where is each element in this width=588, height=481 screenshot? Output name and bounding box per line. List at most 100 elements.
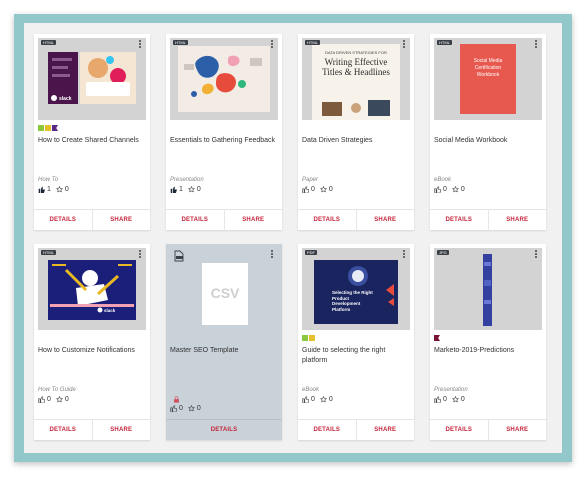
like-count: 0 (443, 186, 447, 193)
like-count: 0 (311, 186, 315, 193)
details-button[interactable]: DETAILS (298, 210, 356, 230)
thumbs-up-icon[interactable] (38, 186, 45, 193)
cover-kicker: DATA DRIVEN STRATEGIES FOR (325, 50, 387, 55)
share-button[interactable]: SHARE (91, 420, 151, 440)
more-options-icon[interactable] (137, 250, 143, 260)
more-options-icon[interactable] (533, 250, 539, 260)
card-title[interactable]: Data Driven Strategies (302, 136, 408, 146)
type-badge: HTML (41, 250, 56, 255)
tag-list (302, 335, 315, 341)
star-icon[interactable] (451, 186, 459, 193)
star-icon[interactable] (451, 396, 459, 403)
thumbs-up-icon[interactable] (170, 186, 177, 193)
pdf-cover: Selecting the Right Product Development … (314, 260, 398, 324)
favorite-count: 0 (196, 405, 201, 412)
card-title[interactable]: Guide to selecting the right platform (302, 346, 408, 366)
card-title[interactable]: Essentials to Gathering Feedback (170, 136, 276, 146)
thumbs-up-icon[interactable] (434, 396, 441, 403)
card-category: Presentation (170, 177, 204, 183)
content-card[interactable]: HTML Essentials to Gathering Feedback Pr… (166, 34, 282, 230)
favorite-count: 0 (64, 396, 69, 403)
content-frame: HTML slack How to Create Shared Channels… (14, 14, 572, 462)
card-stats: 0 0 (434, 186, 470, 193)
card-title[interactable]: How to Customize Notifications (38, 346, 144, 356)
card-category: Paper (302, 177, 319, 183)
star-icon[interactable] (187, 405, 195, 412)
share-button[interactable]: SHARE (223, 210, 283, 230)
type-badge: HTML (173, 40, 188, 45)
content-card[interactable]: HTML DATA DRIVEN STRATEGIES FOR Writing … (298, 34, 414, 230)
share-button[interactable]: SHARE (91, 210, 151, 230)
details-button[interactable]: DETAILS (166, 420, 282, 440)
thumbs-up-icon[interactable] (302, 396, 309, 403)
workbook-cover: Social Media Certification Workbook (460, 44, 516, 114)
details-button[interactable]: DETAILS (34, 210, 92, 230)
content-card[interactable]: JPG Marketo-2019-Predictions Presentatio… (430, 244, 546, 440)
card-actions: DETAILS SHARE (430, 419, 546, 440)
details-button[interactable]: DETAILS (430, 210, 488, 230)
card-thumbnail[interactable]: HTML (170, 38, 278, 120)
more-options-icon[interactable] (401, 250, 407, 260)
notifications-illustration: slack (48, 260, 136, 320)
content-card[interactable]: HTML Social Media Certification Workbook… (430, 34, 546, 230)
details-button[interactable]: DETAILS (430, 420, 488, 440)
details-button[interactable]: DETAILS (34, 420, 92, 440)
thumbs-up-icon[interactable] (38, 396, 45, 403)
card-actions: DETAILS SHARE (34, 209, 150, 230)
card-stats: 1 0 (170, 186, 206, 193)
tag-list (38, 125, 58, 131)
card-actions: DETAILS (166, 419, 282, 440)
card-thumbnail[interactable]: HTML Social Media Certification Workbook (434, 38, 542, 120)
card-category: eBook (434, 177, 452, 183)
share-button[interactable]: SHARE (487, 210, 547, 230)
thumbs-up-icon[interactable] (302, 186, 309, 193)
file-icon (174, 250, 184, 262)
tag-yellow (45, 125, 51, 131)
content-card[interactable]: HTML slack How to Create Shared Channels… (34, 34, 150, 230)
more-options-icon[interactable] (401, 40, 407, 50)
svg-text:slack: slack (104, 308, 116, 313)
type-badge: JPG (437, 250, 449, 255)
card-actions: DETAILS SHARE (34, 419, 150, 440)
card-stats: 1 0 (38, 186, 74, 193)
card-thumbnail[interactable]: HTML slack (38, 38, 146, 120)
share-button[interactable]: SHARE (355, 210, 415, 230)
more-options-icon[interactable] (137, 40, 143, 50)
star-icon[interactable] (319, 396, 327, 403)
card-stats: 0 0 (38, 396, 74, 403)
tag-purple (52, 125, 58, 131)
card-stats: 0 0 (302, 396, 338, 403)
tag-maroon (434, 335, 440, 341)
content-card-selected[interactable]: CSV Master SEO Template 0 0 DETAILS (166, 244, 282, 440)
card-title[interactable]: Social Media Workbook (434, 136, 540, 146)
card-actions: DETAILS SHARE (298, 209, 414, 230)
card-thumbnail[interactable]: HTML DATA DRIVEN STRATEGIES FOR Writing … (302, 38, 410, 120)
thumbs-up-icon[interactable] (434, 186, 441, 193)
card-thumbnail[interactable]: JPG (434, 248, 542, 330)
card-category: How To Guide (38, 387, 76, 393)
like-count: 0 (179, 405, 183, 412)
share-button[interactable]: SHARE (487, 420, 547, 440)
more-options-icon[interactable] (269, 250, 275, 260)
more-options-icon[interactable] (533, 40, 539, 50)
share-button[interactable]: SHARE (355, 420, 415, 440)
card-thumbnail[interactable]: PDF Selecting the Right Product Developm… (302, 248, 410, 330)
tag-green (38, 125, 44, 131)
card-title[interactable]: Master SEO Template (170, 346, 276, 356)
card-title[interactable]: Marketo-2019-Predictions (434, 346, 540, 356)
card-category: eBook (302, 387, 320, 393)
card-title[interactable]: How to Create Shared Channels (38, 136, 144, 146)
star-icon[interactable] (319, 186, 327, 193)
star-icon[interactable] (55, 396, 63, 403)
card-thumbnail[interactable]: CSV (170, 248, 278, 330)
type-badge: HTML (305, 40, 320, 45)
star-icon[interactable] (55, 186, 63, 193)
details-button[interactable]: DETAILS (166, 210, 224, 230)
content-card[interactable]: PDF Selecting the Right Product Developm… (298, 244, 414, 440)
more-options-icon[interactable] (269, 40, 275, 50)
thumbs-up-icon[interactable] (170, 405, 177, 412)
details-button[interactable]: DETAILS (298, 420, 356, 440)
content-card[interactable]: HTML slack How to Customize Notification… (34, 244, 150, 440)
card-thumbnail[interactable]: HTML slack (38, 248, 146, 330)
star-icon[interactable] (187, 186, 195, 193)
